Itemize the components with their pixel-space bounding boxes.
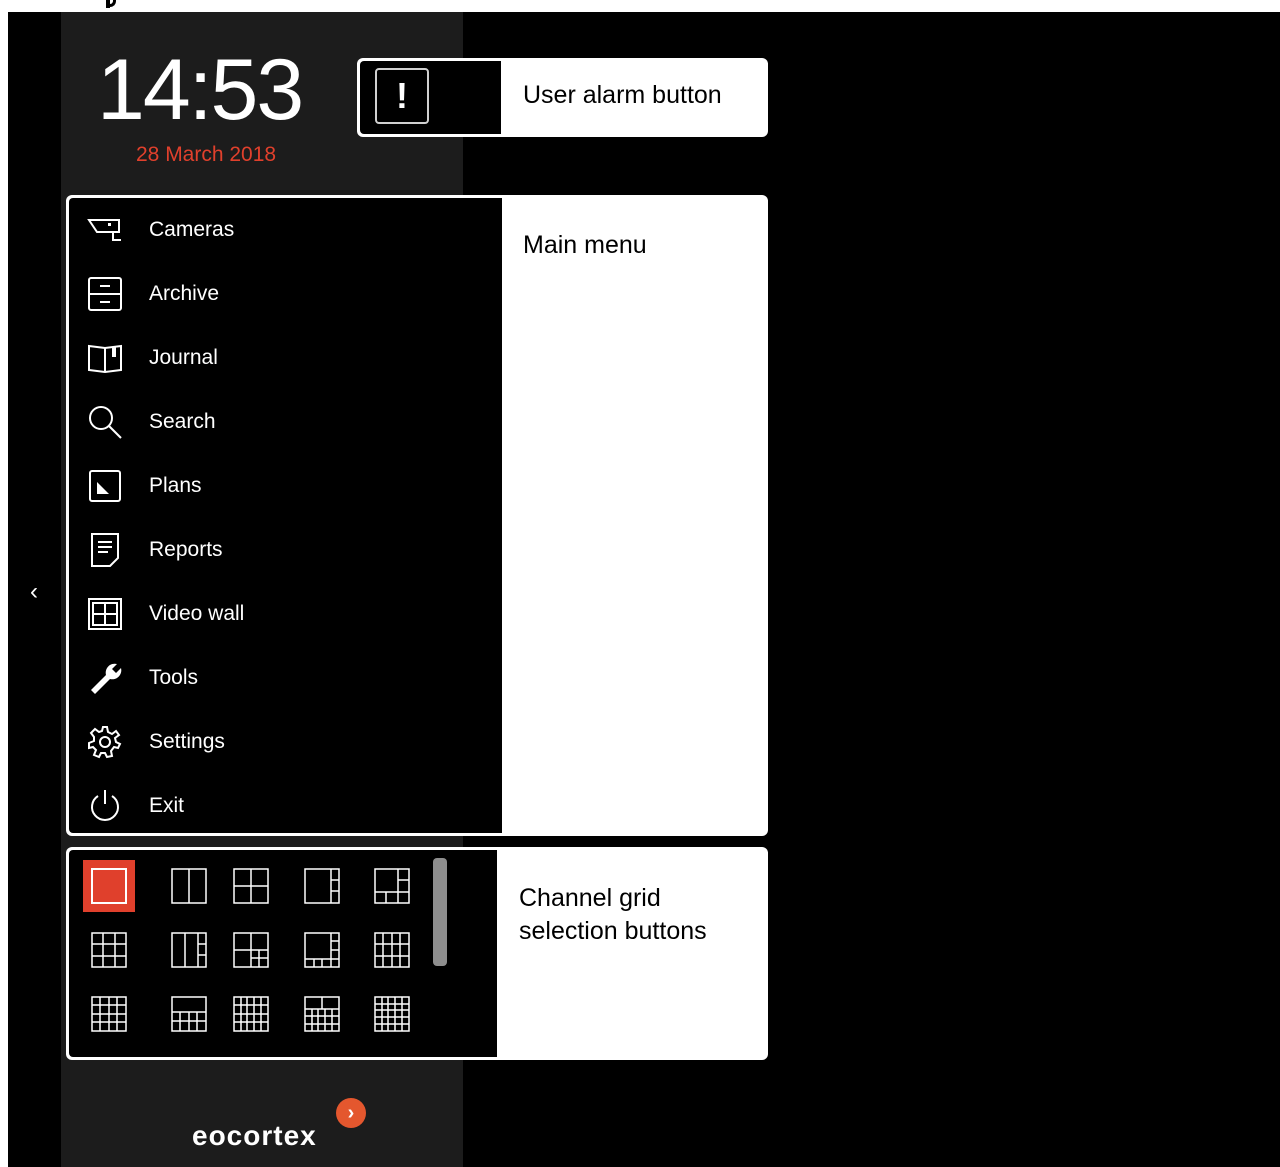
exclamation-icon: ! [396, 75, 408, 116]
grid-layout-12-icon [374, 932, 410, 968]
menu-item-video-wall[interactable]: Video wall [69, 582, 502, 646]
grid-5x5-button[interactable] [366, 988, 418, 1040]
collapse-panel-button[interactable]: ‹ [22, 574, 46, 610]
menu-item-archive[interactable]: Archive [69, 262, 502, 326]
menu-item-reports[interactable]: Reports [69, 518, 502, 582]
menu-label-reports: Reports [149, 538, 223, 561]
grid-2-plus-4-button[interactable] [163, 924, 215, 976]
eocortex-logo: eocortex › [192, 1098, 372, 1158]
grid-layout-2p4-icon [171, 932, 207, 968]
grid-layout-25-icon [374, 996, 410, 1032]
menu-item-plans[interactable]: Plans [69, 454, 502, 518]
clock-time: 14:53 [97, 42, 304, 138]
grid-1-plus-5-button[interactable] [366, 860, 418, 912]
logo-arrow-icon: › [336, 1098, 366, 1128]
menu-label-video-wall: Video wall [149, 602, 245, 625]
menu-callout-label: Main menu [523, 231, 647, 259]
grid-callout-label-line1: Channel grid [519, 884, 661, 912]
menu-item-cameras[interactable]: Cameras [69, 198, 502, 262]
grid-layout-3p4-icon [233, 932, 269, 968]
grid-2x2-button[interactable] [225, 860, 277, 912]
grid-scrollbar[interactable] [433, 858, 447, 966]
menu-item-search[interactable]: Search [69, 390, 502, 454]
menu-item-tools[interactable]: Tools [69, 646, 502, 710]
grid-5x4-button[interactable] [225, 988, 277, 1040]
grid-1-plus-3-button[interactable] [296, 860, 348, 912]
journal-icon [87, 340, 123, 376]
power-icon [87, 788, 123, 824]
user-alarm-button[interactable]: ! [375, 68, 429, 124]
menu-item-exit[interactable]: Exit [69, 774, 502, 838]
menu-label-search: Search [149, 410, 216, 433]
grid-layout-4-icon [233, 868, 269, 904]
camera-icon [87, 212, 123, 248]
top-edge [0, 0, 1280, 12]
grid-4x3-button[interactable] [366, 924, 418, 976]
menu-label-settings: Settings [149, 730, 225, 753]
gear-icon [87, 724, 123, 760]
menu-item-settings[interactable]: Settings [69, 710, 502, 774]
grid-layout-1p5-icon [374, 868, 410, 904]
archive-icon [87, 276, 123, 312]
grid-callout-label-line2: selection buttons [519, 917, 707, 945]
grid-layout-1p3-icon [304, 868, 340, 904]
grid-4x4-button[interactable] [83, 988, 135, 1040]
grid-layout-1p12-icon [171, 996, 207, 1032]
grid-layout-2-icon [171, 868, 207, 904]
grid-1-plus-12-button[interactable] [163, 988, 215, 1040]
reports-icon [87, 532, 123, 568]
grid-layout-16-icon [91, 996, 127, 1032]
menu-label-plans: Plans [149, 474, 202, 497]
grid-layout-1p7-icon [304, 932, 340, 968]
grid-layout-20-icon [233, 996, 269, 1032]
grid-2-plus-16-button[interactable] [296, 988, 348, 1040]
grid-1-plus-7-button[interactable] [296, 924, 348, 976]
menu-item-journal[interactable]: Journal [69, 326, 502, 390]
grid-3x3-button[interactable] [83, 924, 135, 976]
alarm-callout-label: User alarm button [523, 81, 722, 109]
grid-layout-2p16-icon [304, 996, 340, 1032]
grid-layout-1-icon [83, 860, 135, 912]
menu-label-archive: Archive [149, 282, 220, 305]
grid-layout-9-icon [91, 932, 127, 968]
grid-1x1-button[interactable] [83, 860, 135, 912]
plans-icon [87, 468, 123, 504]
video-wall-icon [87, 596, 123, 632]
menu-label-exit: Exit [149, 794, 185, 817]
menu-label-tools: Tools [149, 666, 199, 689]
grid-2-button[interactable] [163, 860, 215, 912]
menu-label-journal: Journal [149, 346, 218, 369]
wrench-icon [87, 660, 123, 696]
menu-label-cameras: Cameras [149, 218, 235, 241]
logo-text: eocortex [192, 1120, 317, 1151]
grid-3-plus-4-button[interactable] [225, 924, 277, 976]
search-icon [87, 404, 123, 440]
clock-date: 28 March 2018 [136, 143, 277, 166]
cropped-heading-glyph [104, 0, 118, 12]
